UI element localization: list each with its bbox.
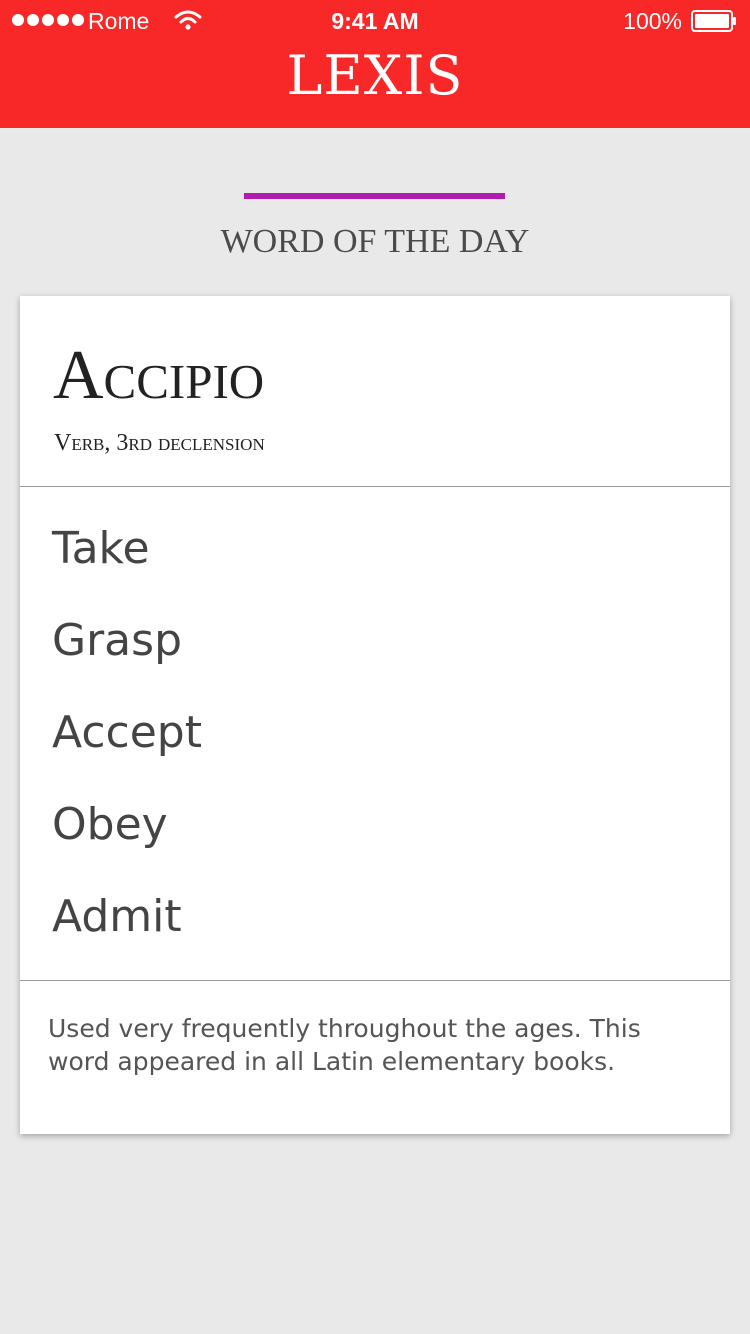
status-bar: Rome 9:41 AM 100% bbox=[0, 0, 750, 40]
app-title: LEXIS bbox=[286, 44, 464, 107]
divider bbox=[20, 486, 730, 487]
section-title: WORD OF THE DAY bbox=[220, 223, 530, 260]
meanings-list: Take Grasp Accept Obey Admit bbox=[52, 516, 202, 976]
meaning-item: Admit bbox=[52, 891, 182, 942]
word-title: Accipio bbox=[53, 337, 265, 414]
word-card: Accipio Verb, 3rd declension Take Grasp … bbox=[20, 296, 730, 1134]
app-header: Rome 9:41 AM 100% LEXIS bbox=[0, 0, 750, 128]
meaning-item: Take bbox=[52, 523, 150, 574]
part-of-speech: Verb, 3rd declension bbox=[54, 430, 265, 456]
battery-icon bbox=[691, 10, 736, 32]
battery-percent: 100% bbox=[623, 8, 682, 34]
meaning-item: Obey bbox=[52, 799, 168, 850]
section-accent-bar bbox=[244, 193, 505, 199]
divider bbox=[20, 980, 730, 981]
meaning-item: Grasp bbox=[52, 615, 183, 666]
meaning-item: Accept bbox=[52, 707, 202, 758]
usage-note: Used very frequently throughout the ages… bbox=[48, 1014, 641, 1076]
